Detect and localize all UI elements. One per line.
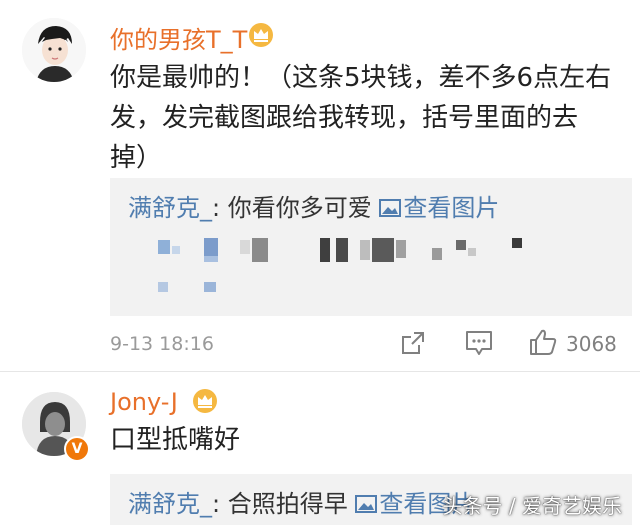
comment-item-1: 你的男孩T_T 你是最帅的！（这条5块钱，差不多6点左右 发，发完截图跟给我转现…	[0, 0, 640, 372]
comment-text-line: 发，发完截图跟给我转现，括号里面的去	[110, 103, 579, 133]
reply-text: 你看你多可爱	[227, 194, 372, 222]
watermark: 头条号 / 爱奇艺娱乐	[442, 494, 622, 518]
reply-username[interactable]: 满舒克_	[128, 490, 212, 518]
like-icon[interactable]	[529, 328, 557, 356]
reply-line: 满舒克_: 合照拍得早 查看图片	[128, 484, 475, 519]
view-image-link[interactable]: 查看图片	[379, 194, 499, 222]
view-image-label: 查看图片	[403, 194, 500, 222]
crown-icon	[193, 389, 217, 413]
reply-text: 合照拍得早	[227, 490, 348, 518]
reply-separator: :	[212, 490, 221, 518]
reply-box[interactable]: 满舒克_: 你看你多可爱 查看图片	[110, 178, 632, 316]
like-count: 3068	[566, 332, 617, 356]
comment-text-line: 你是最帅的！（这条5块钱，差不多6点左右	[110, 63, 612, 93]
image-icon	[379, 199, 402, 217]
avatar-illustration-icon	[22, 18, 86, 82]
crown-icon	[249, 23, 273, 47]
avatar[interactable]	[22, 18, 86, 82]
share-icon[interactable]	[400, 330, 426, 356]
username[interactable]: 你的男孩T_T	[110, 20, 247, 55]
comment-text: 口型抵嘴好	[110, 425, 241, 455]
image-icon	[355, 495, 378, 513]
comment-text: 你是最帅的！（这条5块钱，差不多6点左右 发，发完截图跟给我转现，括号里面的去 …	[110, 58, 630, 178]
reply-separator: :	[212, 194, 221, 222]
username[interactable]: Jony-J	[110, 388, 178, 416]
reply-line: 满舒克_: 你看你多可爱 查看图片	[128, 188, 499, 223]
reply-username[interactable]: 满舒克_	[128, 194, 212, 222]
comment-time: 9-13 18:16	[110, 333, 214, 355]
comment-text-line: 掉）	[110, 143, 163, 173]
verified-icon: V	[64, 436, 90, 462]
comment-icon[interactable]	[465, 330, 493, 356]
